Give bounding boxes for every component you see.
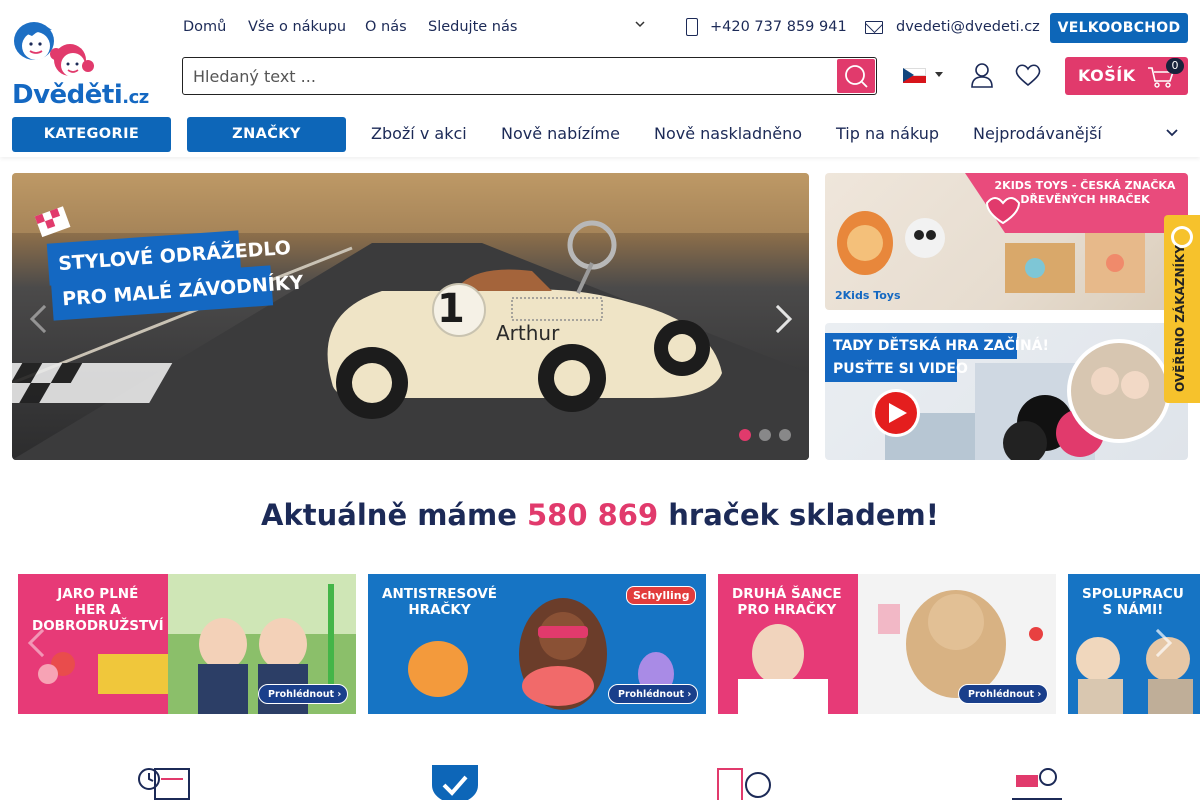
search-button[interactable] — [837, 59, 875, 93]
link-new-stock[interactable]: Nově naskladněno — [654, 124, 802, 143]
promo-card-antistress[interactable]: ANTISTRESOVÉ HRAČKY Schylling Prohlédnou… — [368, 574, 706, 714]
mail-icon — [865, 21, 883, 34]
link-on-sale[interactable]: Zboží v akci — [371, 124, 467, 143]
promo-view-button[interactable]: Prohlédnout › — [258, 684, 348, 704]
language-flag-cz[interactable] — [903, 68, 926, 83]
promo-title: SPOLUPRACU S NÁMI! — [1082, 586, 1184, 618]
phone-icon — [686, 18, 698, 36]
banner-kids-title: 2KIDS TOYS - ČESKÁ ZNAČKA DŘEVĚNÝCH HRAČ… — [994, 179, 1176, 206]
hero-slider[interactable]: STYLOVÉ ODRÁŽEDLO PRO MALÉ ZÁVODNÍKY 1 A… — [12, 173, 809, 460]
phone-number[interactable]: +420 737 859 941 — [710, 19, 847, 35]
trust-badge-label: OVĚŘENO ZÁKAZNÍKY — [1173, 245, 1187, 392]
promo-title: JARO PLNÉ HER A DOBRODRUŽSTVÍ — [32, 586, 164, 634]
slider-dot-1[interactable] — [739, 429, 751, 441]
chevron-down-icon[interactable] — [634, 18, 646, 30]
nav-about-shopping[interactable]: Vše o nákupu — [248, 19, 346, 35]
car-number: 1 — [437, 286, 465, 332]
brands-button[interactable]: ZNAČKY — [187, 117, 346, 152]
search-icon — [845, 65, 868, 88]
delivery-calendar-icon — [138, 768, 190, 800]
promo-view-button[interactable]: Prohlédnout › — [608, 684, 698, 704]
slider-dot-2[interactable] — [759, 429, 771, 441]
banner-video[interactable]: TADY DĚTSKÁ HRA ZAČÍNÁ! PUSŤTE SI VIDEO — [825, 323, 1188, 460]
search-input[interactable] — [193, 64, 823, 88]
toys-icon — [1012, 768, 1062, 800]
heart-icon[interactable] — [1014, 63, 1042, 87]
search-bar — [182, 57, 877, 95]
promo-view-button[interactable]: Prohlédnout › — [958, 684, 1048, 704]
nav-home[interactable]: Domů — [183, 19, 226, 35]
hero-image — [12, 173, 809, 460]
banner-kids-logo: 2Kids Toys — [835, 289, 901, 302]
wholesale-button[interactable]: VELKOOBCHOD — [1050, 13, 1188, 43]
logo[interactable]: Dvěděti.cz — [12, 14, 152, 110]
chevron-down-icon[interactable] — [1164, 125, 1180, 141]
promo-title: ANTISTRESOVÉ HRAČKY — [382, 586, 498, 618]
promo-card-cooperation[interactable]: SPOLUPRACU S NÁMI! — [1068, 574, 1200, 714]
cart-count-badge: 0 — [1166, 58, 1184, 74]
promo-brand: Schylling — [626, 586, 697, 605]
logo-text: Dvěděti.cz — [12, 80, 149, 110]
banner-2kids-toys[interactable]: 2KIDS TOYS - ČESKÁ ZNAČKA DŘEVĚNÝCH HRAČ… — [825, 173, 1188, 310]
cart-label: KOŠÍK — [1078, 66, 1136, 85]
email-link[interactable]: dvedeti@dvedeti.cz — [896, 19, 1040, 35]
guarantee-shield-icon — [432, 765, 478, 800]
categories-button[interactable]: KATEGORIE — [12, 117, 171, 152]
promo-title: DRUHÁ ŠANCE PRO HRAČKY — [732, 586, 842, 618]
link-bestsellers[interactable]: Nejprodávanější — [973, 124, 1102, 143]
logo-kids-icon — [14, 22, 94, 77]
promo-card-second-chance[interactable]: DRUHÁ ŠANCE PRO HRAČKY Prohlédnout › — [718, 574, 1056, 714]
nav-about-us[interactable]: O nás — [365, 19, 407, 35]
site-header: Dvěděti.cz Domů Vše o nákupu O nás Sledu… — [0, 0, 1200, 157]
stock-count: 580 869 — [526, 498, 659, 532]
stock-headline: Aktuálně máme 580 869 hraček skladem! — [261, 498, 939, 532]
promo-card-spring[interactable]: JARO PLNÉ HER A DOBRODRUŽSTVÍ Prohlédnou… — [18, 574, 356, 714]
link-new-offers[interactable]: Nově nabízíme — [501, 124, 620, 143]
nav-follow-us[interactable]: Sledujte nás — [428, 19, 517, 35]
kids-play-icon — [717, 768, 771, 800]
user-icon[interactable] — [970, 62, 994, 88]
slider-dot-3[interactable] — [779, 429, 791, 441]
banner-video-title-1: TADY DĚTSKÁ HRA ZAČÍNÁ! — [833, 338, 1049, 354]
car-name: Arthur — [496, 321, 560, 345]
language-caret-icon[interactable] — [935, 72, 943, 77]
banner-video-title-2: PUSŤTE SI VIDEO — [833, 361, 968, 377]
link-tips[interactable]: Tip na nákup — [836, 124, 939, 143]
